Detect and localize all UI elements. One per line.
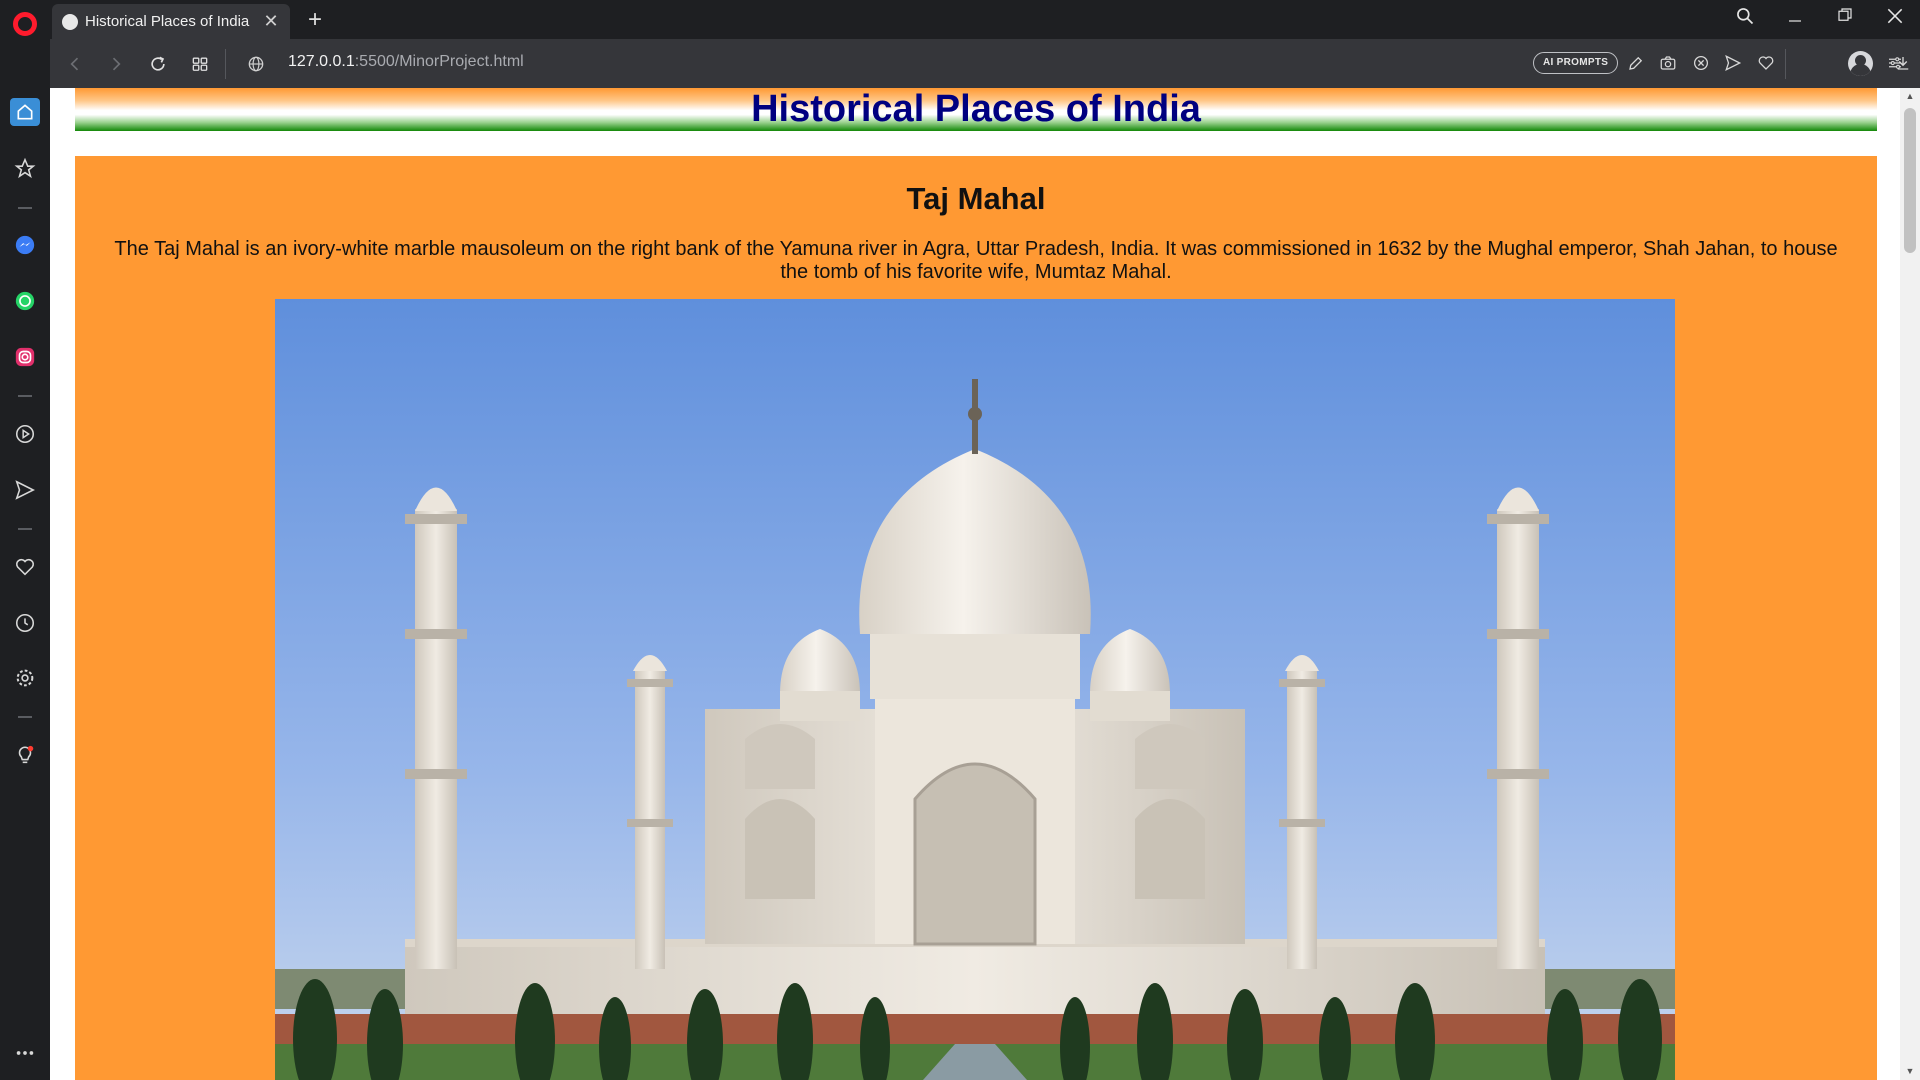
new-tab-plus-icon[interactable]: + xyxy=(308,6,322,34)
tab-bar: Historical Places of India ✕ + xyxy=(50,0,1920,39)
url-field[interactable]: 127.0.0.1:5500/MinorProject.html xyxy=(288,53,524,71)
globe-favicon-icon xyxy=(62,13,78,30)
scrollbar-thumb[interactable] xyxy=(1904,108,1916,253)
back-arrow-icon[interactable] xyxy=(62,51,88,77)
section-description: The Taj Mahal is an ivory-white marble m… xyxy=(114,238,1838,283)
more-options-icon[interactable] xyxy=(12,1040,38,1066)
url-path: :5500/MinorProject.html xyxy=(354,53,524,70)
minimize-window-icon[interactable] xyxy=(1780,6,1810,30)
send-arrow-icon[interactable] xyxy=(1722,52,1744,74)
tab-title: Historical Places of India xyxy=(85,13,250,30)
sidebar-divider xyxy=(18,528,32,530)
reload-icon[interactable] xyxy=(145,51,171,77)
messenger-icon[interactable] xyxy=(12,232,38,258)
address-toolbar: 127.0.0.1:5500/MinorProject.html AI PROM… xyxy=(50,39,1920,88)
tricolor-header: Historical Places of India xyxy=(75,88,1877,131)
profile-avatar[interactable] xyxy=(1848,51,1873,76)
bookmark-heart-icon[interactable] xyxy=(1755,52,1777,74)
home-icon[interactable] xyxy=(10,98,40,126)
forward-arrow-icon[interactable] xyxy=(103,51,129,77)
player-icon[interactable] xyxy=(12,421,38,447)
tab-active[interactable]: Historical Places of India ✕ xyxy=(52,4,290,39)
tips-lightbulb-icon[interactable] xyxy=(12,742,38,768)
heart-icon[interactable] xyxy=(12,554,38,580)
page-viewport: Historical Places of India Taj Mahal The… xyxy=(50,88,1920,1080)
history-icon[interactable] xyxy=(12,610,38,636)
section-heading: Taj Mahal xyxy=(906,181,1046,216)
opera-sidebar xyxy=(0,0,50,1080)
close-window-icon[interactable] xyxy=(1880,6,1910,32)
search-tabs-icon[interactable] xyxy=(1730,6,1760,32)
toolbar-divider xyxy=(1785,49,1786,79)
taj-mahal-photo xyxy=(275,299,1675,1080)
pinboard-icon[interactable] xyxy=(12,155,38,181)
sidebar-divider xyxy=(18,716,32,718)
edit-pencil-icon[interactable] xyxy=(1625,52,1647,74)
restore-window-icon[interactable] xyxy=(1830,6,1860,30)
instagram-icon[interactable] xyxy=(12,344,38,370)
url-host: 127.0.0.1 xyxy=(288,53,355,70)
scroll-up-arrow-icon[interactable]: ▲ xyxy=(1904,91,1916,101)
camera-snapshot-icon[interactable] xyxy=(1657,52,1679,74)
close-tab-icon[interactable]: ✕ xyxy=(262,11,280,32)
opera-logo-icon[interactable] xyxy=(13,12,37,36)
sidebar-divider xyxy=(18,207,32,209)
page-title: Historical Places of India xyxy=(751,88,1201,130)
tab-snapshot-grid-icon[interactable] xyxy=(187,51,213,77)
sidebar-divider xyxy=(18,395,32,397)
send-icon[interactable] xyxy=(12,477,38,503)
taj-mahal-section: Taj Mahal The Taj Mahal is an ivory-whit… xyxy=(75,156,1877,1080)
settings-gear-icon[interactable] xyxy=(12,665,38,691)
ai-prompts-button[interactable]: AI PROMPTS xyxy=(1533,52,1619,74)
vertical-scrollbar[interactable]: ▲ ▼ xyxy=(1900,88,1920,1080)
whatsapp-icon[interactable] xyxy=(12,288,38,314)
scroll-down-arrow-icon[interactable]: ▼ xyxy=(1904,1066,1916,1076)
easy-setup-sliders-icon[interactable] xyxy=(1884,52,1906,74)
toolbar-divider xyxy=(225,49,226,79)
ad-blocker-icon[interactable] xyxy=(1690,52,1712,74)
site-info-globe-icon[interactable] xyxy=(243,51,269,77)
